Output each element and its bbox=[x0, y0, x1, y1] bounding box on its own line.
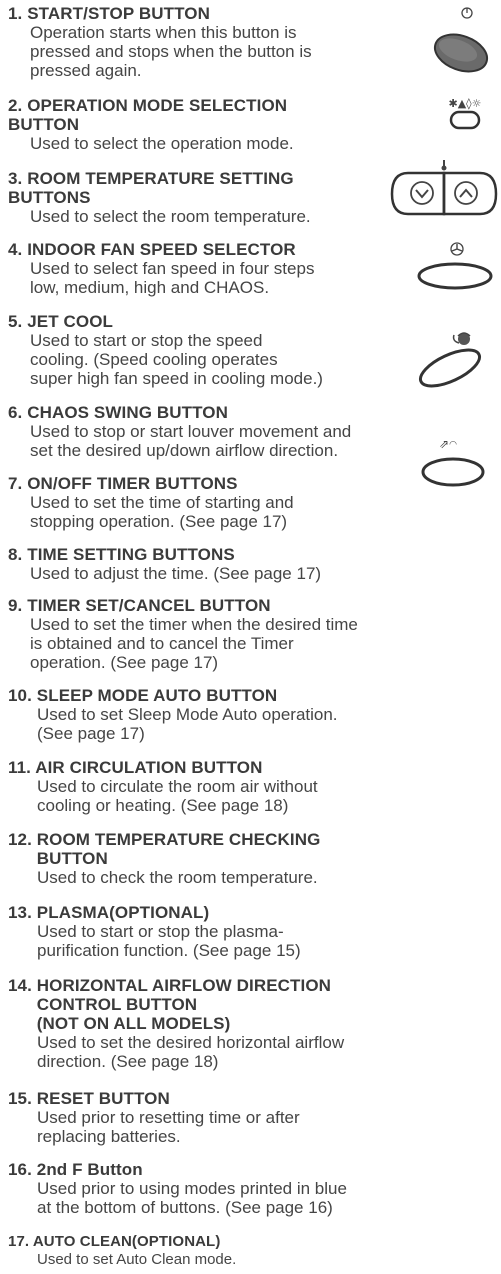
list-item-2: 2. OPERATION MODE SELECTION BUTTON Used … bbox=[8, 96, 428, 153]
swing-icon: ⇗ ◠ bbox=[421, 437, 485, 487]
list-item-11: 11. AIR CIRCULATION BUTTON Used to circu… bbox=[8, 758, 428, 815]
item-description: Used to circulate the room air without c… bbox=[37, 777, 318, 815]
list-item-5: 5. JET COOL Used to start or stop the sp… bbox=[8, 312, 428, 388]
item-title: 16. 2nd F Button bbox=[8, 1160, 143, 1179]
power-icon bbox=[433, 7, 489, 73]
item-description: Used to stop or start louver movement an… bbox=[30, 422, 352, 460]
item-description: Used to set the desired horizontal airfl… bbox=[37, 1033, 345, 1071]
list-item-15: 15. RESET BUTTON Used prior to resetting… bbox=[8, 1089, 428, 1146]
item-description: Used to set the timer when the desired t… bbox=[30, 615, 358, 672]
item-description: Used prior to resetting time or after re… bbox=[37, 1108, 300, 1146]
item-description: Used to select fan speed in four steps l… bbox=[30, 259, 315, 297]
fan-icon bbox=[417, 242, 493, 290]
item-title: 3. ROOM TEMPERATURE SETTING BUTTONS bbox=[8, 169, 294, 207]
item-title: 1. START/STOP BUTTON bbox=[8, 4, 210, 23]
list-item-1: 1. START/STOP BUTTON Operation starts wh… bbox=[8, 4, 428, 80]
item-title: 15. RESET BUTTON bbox=[8, 1089, 170, 1108]
svg-text:✱▲◊☼: ✱▲◊☼ bbox=[449, 97, 482, 110]
svg-text:⇗: ⇗ bbox=[439, 437, 449, 451]
item-title: 13. PLASMA(OPTIONAL) bbox=[8, 903, 210, 922]
list-item-12: 12. ROOM TEMPERATURE CHECKING BUTTON Use… bbox=[8, 830, 428, 887]
item-title: 8. TIME SETTING BUTTONS bbox=[8, 545, 235, 564]
list-item-9: 9. TIMER SET/CANCEL BUTTON Used to set t… bbox=[8, 596, 428, 672]
item-title: 10. SLEEP MODE AUTO BUTTON bbox=[8, 686, 278, 705]
list-item-3: 3. ROOM TEMPERATURE SETTING BUTTONS Used… bbox=[8, 169, 428, 226]
item-title: 9. TIMER SET/CANCEL BUTTON bbox=[8, 596, 271, 615]
item-description: Operation starts when this button is pre… bbox=[30, 23, 312, 80]
item-title: 6. CHAOS SWING BUTTON bbox=[8, 403, 228, 422]
item-description: Used to start or stop the speed cooling.… bbox=[30, 331, 323, 388]
temperature-arrows-icon bbox=[390, 160, 498, 216]
list-item-4: 4. INDOOR FAN SPEED SELECTOR Used to sel… bbox=[8, 240, 428, 297]
item-description: Used prior to using modes printed in blu… bbox=[37, 1179, 347, 1217]
list-item-16: 16. 2nd F Button Used prior to using mod… bbox=[8, 1160, 428, 1217]
item-title: 12. ROOM TEMPERATURE CHECKING BUTTON bbox=[8, 830, 321, 868]
mode-symbols-icon: ✱▲◊☼ bbox=[449, 97, 482, 130]
list-item-14: 14. HORIZONTAL AIRFLOW DIRECTION CONTROL… bbox=[8, 976, 428, 1071]
item-title: 4. INDOOR FAN SPEED SELECTOR bbox=[8, 240, 296, 259]
list-item-17: 17. AUTO CLEAN(OPTIONAL) Used to set Aut… bbox=[8, 1232, 428, 1268]
item-description: Used to start or stop the plasma- purifi… bbox=[37, 922, 301, 960]
list-item-6: 6. CHAOS SWING BUTTON Used to stop or st… bbox=[8, 403, 428, 460]
item-title: 7. ON/OFF TIMER BUTTONS bbox=[8, 474, 238, 493]
list-item-10: 10. SLEEP MODE AUTO BUTTON Used to set S… bbox=[8, 686, 428, 743]
item-description: Used to set Auto Clean mode. bbox=[37, 1251, 237, 1268]
item-title: 11. AIR CIRCULATION BUTTON bbox=[8, 758, 263, 777]
svg-text:◠: ◠ bbox=[449, 440, 457, 450]
item-description: Used to select the room temperature. bbox=[30, 207, 311, 226]
list-item-8: 8. TIME SETTING BUTTONS Used to adjust t… bbox=[8, 545, 428, 583]
list-item-7: 7. ON/OFF TIMER BUTTONS Used to set the … bbox=[8, 474, 428, 531]
item-description: Used to check the room temperature. bbox=[37, 868, 318, 887]
item-title: 2. OPERATION MODE SELECTION BUTTON bbox=[8, 96, 288, 134]
item-description: Used to set Sleep Mode Auto operation. (… bbox=[37, 705, 338, 743]
item-description: Used to set the time of starting and sto… bbox=[30, 493, 294, 531]
item-description: Used to select the operation mode. bbox=[30, 134, 294, 153]
list-item-13: 13. PLASMA(OPTIONAL) Used to start or st… bbox=[8, 903, 428, 960]
item-title: 5. JET COOL bbox=[8, 312, 114, 331]
item-title: 17. AUTO CLEAN(OPTIONAL) bbox=[8, 1233, 221, 1250]
item-description: Used to adjust the time. (See page 17) bbox=[30, 564, 322, 583]
item-title: 14. HORIZONTAL AIRFLOW DIRECTION CONTROL… bbox=[8, 976, 332, 1033]
jet-cool-icon bbox=[418, 332, 482, 388]
